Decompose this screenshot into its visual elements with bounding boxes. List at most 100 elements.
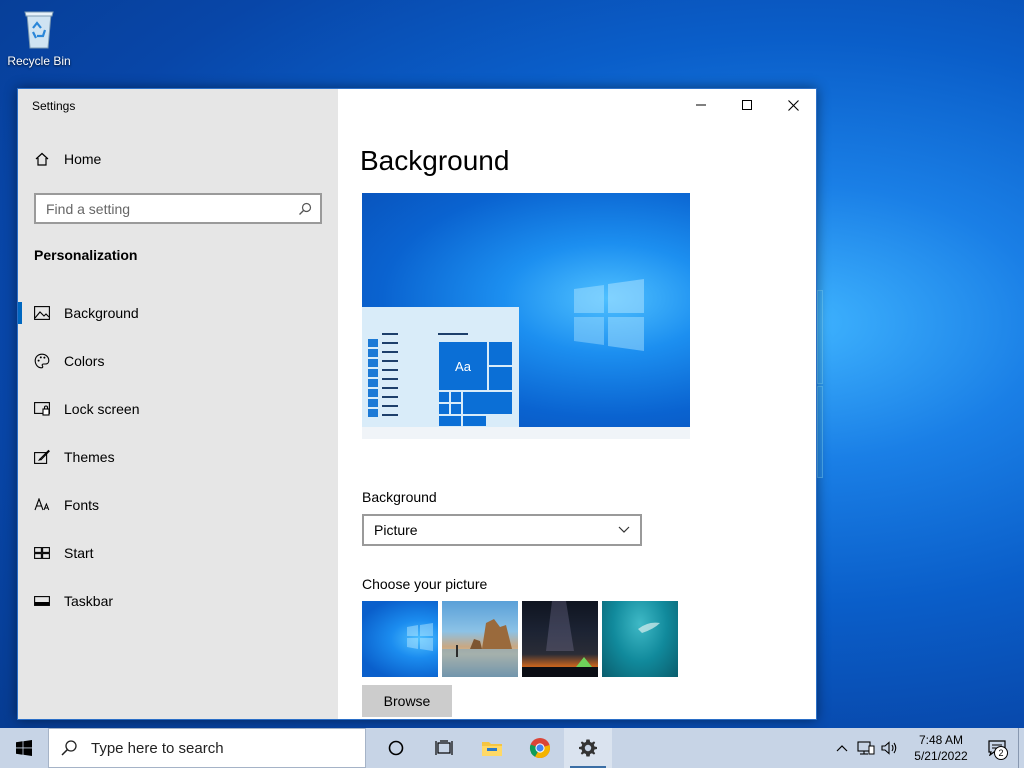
- nav-home[interactable]: Home: [34, 151, 101, 167]
- brush-icon: [34, 449, 50, 465]
- preview-tile: [488, 341, 513, 366]
- settings-taskbar-button[interactable]: [564, 728, 612, 768]
- sidebar-item-label: Colors: [64, 353, 105, 369]
- preview-tile-aa: Aa: [438, 341, 488, 391]
- task-view-icon: [435, 740, 453, 755]
- thumbnail-underwater-swimmer[interactable]: [602, 601, 678, 677]
- sidebar-item-label: Themes: [64, 449, 115, 465]
- chevron-down-icon: [618, 526, 630, 533]
- preview-tile: [450, 391, 462, 403]
- recycle-bin-label: Recycle Bin: [7, 54, 71, 68]
- file-explorer-icon: [482, 742, 502, 756]
- windows-logo-icon: [574, 279, 644, 351]
- taskbar-clock[interactable]: 7:48 AM 5/21/2022: [906, 732, 976, 764]
- sidebar-item-taskbar[interactable]: Taskbar: [18, 577, 338, 625]
- section-title: Personalization: [34, 247, 138, 263]
- thumbnail-beach-rocks[interactable]: [442, 601, 518, 677]
- sidebar-item-colors[interactable]: Colors: [18, 337, 338, 385]
- network-icon: [857, 741, 875, 755]
- taskbar-search-placeholder: Type here to search: [91, 739, 224, 757]
- swimmer-shape: [638, 622, 660, 633]
- system-tray: 7:48 AM 5/21/2022 2: [830, 728, 1024, 768]
- palette-icon: [34, 353, 50, 369]
- start-layout-icon: [34, 545, 50, 561]
- windows-start-icon: [16, 740, 32, 756]
- preview-tile: [462, 391, 513, 415]
- minimize-button[interactable]: [678, 89, 724, 121]
- sidebar-item-start[interactable]: Start: [18, 529, 338, 577]
- volume-button[interactable]: [878, 728, 902, 768]
- close-button[interactable]: [770, 89, 816, 121]
- preview-tile: [438, 391, 450, 403]
- sidebar-item-fonts[interactable]: Fonts: [18, 481, 338, 529]
- recycle-bin-shortcut[interactable]: Recycle Bin: [6, 6, 72, 68]
- thumbnail-night-sky[interactable]: [522, 601, 598, 677]
- minimize-icon: [696, 104, 706, 106]
- clock-date: 5/21/2022: [914, 749, 968, 763]
- background-label: Background: [362, 489, 437, 505]
- home-icon: [35, 152, 49, 166]
- find-setting-input[interactable]: [46, 200, 286, 217]
- tent-glow-shape: [522, 601, 598, 677]
- sidebar-item-themes[interactable]: Themes: [18, 433, 338, 481]
- sidebar-item-label: Background: [64, 305, 139, 321]
- maximize-icon: [742, 100, 752, 110]
- preview-tile: [438, 415, 462, 427]
- find-setting-search[interactable]: [34, 193, 322, 224]
- preview-tile: [438, 403, 450, 415]
- sidebar-item-lock-screen[interactable]: Lock screen: [18, 385, 338, 433]
- browse-button[interactable]: Browse: [362, 685, 452, 717]
- thumbnail-windows-default[interactable]: [362, 601, 438, 677]
- lock-screen-icon: [34, 401, 50, 417]
- personalization-nav: Background Colors Lock screen Themes Fon…: [18, 289, 338, 625]
- chrome-button[interactable]: [516, 728, 564, 768]
- preview-tile: [462, 415, 487, 427]
- window-controls: [678, 89, 816, 121]
- taskbar-search-box[interactable]: Type here to search: [48, 728, 366, 768]
- action-center-button[interactable]: 2: [976, 728, 1018, 768]
- cortana-button[interactable]: [372, 728, 420, 768]
- sidebar-item-label: Start: [64, 545, 94, 561]
- show-hidden-icons-button[interactable]: [830, 728, 854, 768]
- search-icon[interactable]: [298, 202, 312, 216]
- background-type-dropdown[interactable]: Picture: [362, 514, 642, 546]
- chevron-up-icon: [836, 745, 848, 752]
- close-icon: [787, 99, 799, 111]
- file-explorer-button[interactable]: [468, 728, 516, 768]
- settings-icon: [579, 739, 597, 757]
- nav-home-label: Home: [64, 151, 102, 167]
- desktop-light-pane: [817, 386, 823, 478]
- preview-app-lines: [382, 333, 398, 423]
- desktop-light-pane: [817, 290, 823, 384]
- maximize-button[interactable]: [724, 89, 770, 121]
- chrome-icon: [529, 738, 550, 759]
- picture-icon: [34, 305, 50, 321]
- page-title: Background: [360, 145, 510, 176]
- settings-content: Background Aa Background Picture Choose …: [338, 89, 816, 719]
- settings-window: Settings Home Personalization Background: [17, 88, 817, 720]
- cortana-icon: [388, 740, 404, 756]
- rock-formation-shape: [442, 619, 518, 677]
- choose-picture-label: Choose your picture: [362, 576, 488, 592]
- recycle-bin-icon: [24, 11, 54, 49]
- preview-tile: [450, 403, 462, 415]
- network-button[interactable]: [854, 728, 878, 768]
- task-view-button[interactable]: [420, 728, 468, 768]
- sidebar-item-background[interactable]: Background: [18, 289, 338, 337]
- window-title: Settings: [32, 99, 76, 113]
- show-desktop-button[interactable]: [1018, 728, 1024, 768]
- preview-app-list: [368, 339, 378, 419]
- fonts-icon: [34, 497, 50, 513]
- windows-logo-icon: [407, 623, 433, 651]
- start-button[interactable]: [0, 728, 48, 768]
- sidebar-item-label: Taskbar: [64, 593, 114, 609]
- sidebar-item-label: Fonts: [64, 497, 100, 513]
- taskbar: Type here to search 7:48 AM 5/21/2022 2: [0, 728, 1024, 768]
- notification-count-badge: 2: [994, 746, 1008, 760]
- preview-tiles-header: [438, 333, 468, 335]
- taskbar-icon: [34, 593, 50, 609]
- sidebar-item-label: Lock screen: [64, 401, 140, 417]
- preview-tile: [488, 366, 513, 391]
- settings-sidebar: Settings Home Personalization Background: [18, 89, 338, 719]
- clock-time: 7:48 AM: [918, 733, 964, 747]
